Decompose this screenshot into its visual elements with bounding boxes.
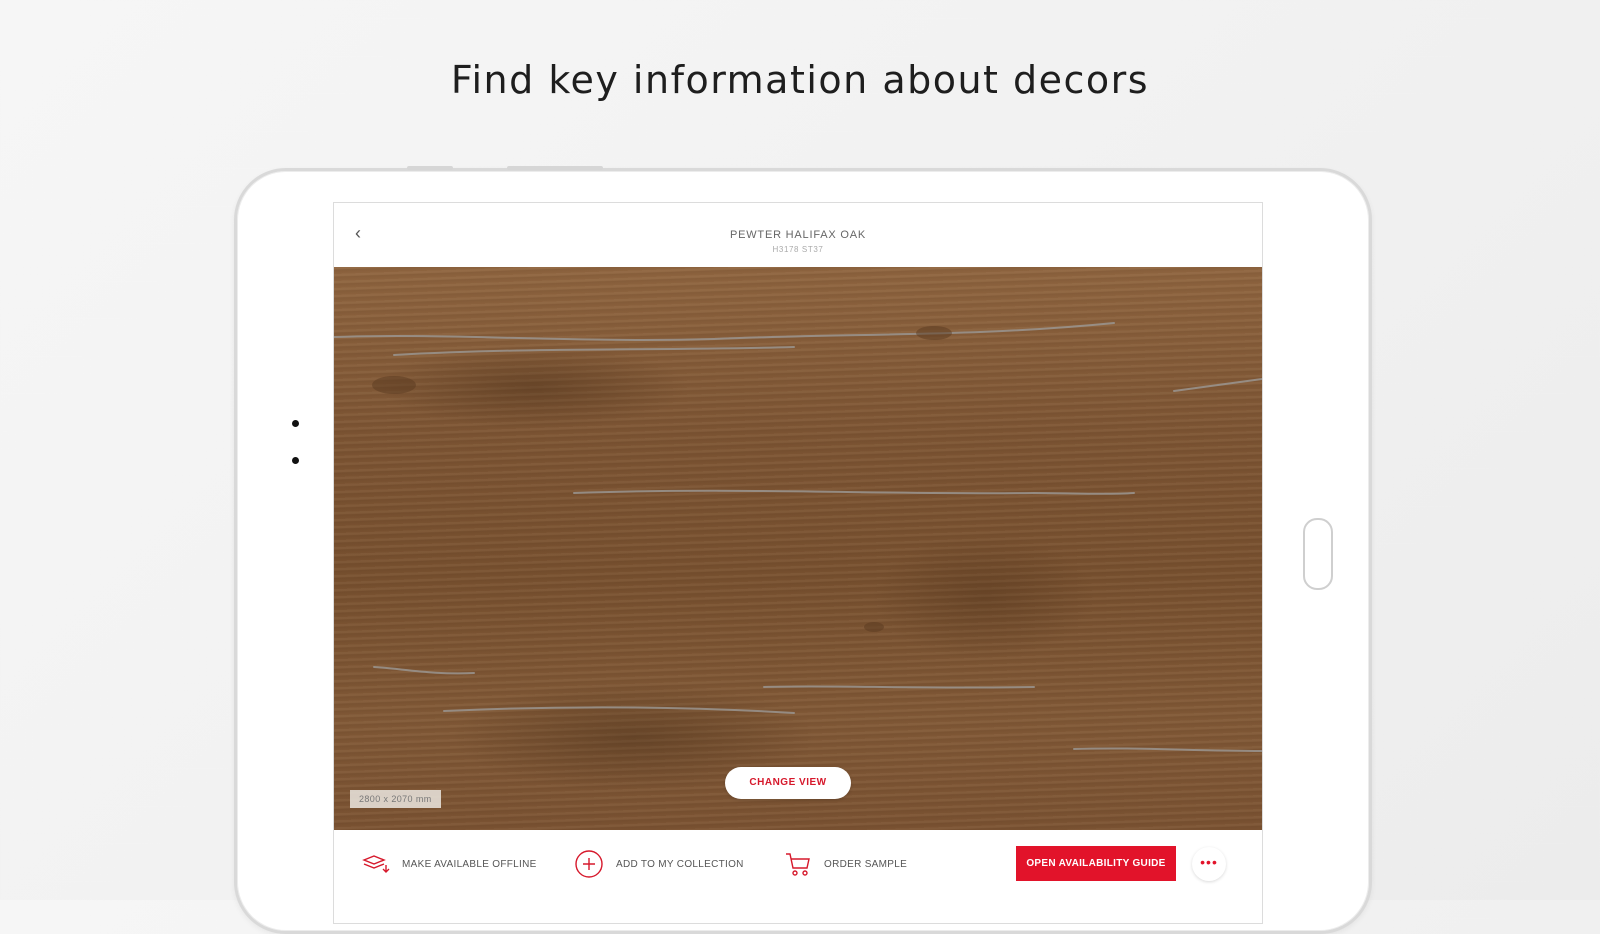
decor-texture-image[interactable]: 2800 x 2070 mm CHANGE VIEW	[334, 267, 1262, 830]
tablet-power-button	[507, 166, 603, 170]
add-to-collection-button[interactable]: ADD TO MY COLLECTION	[574, 850, 744, 878]
wood-crack-lines	[334, 322, 1262, 752]
tablet-volume-button	[407, 166, 453, 170]
plus-circle-icon	[574, 849, 604, 879]
decor-title: PEWTER HALIFAX OAK	[729, 229, 867, 241]
collection-label: ADD TO MY COLLECTION	[616, 858, 744, 870]
page-headline: Find key information about decors	[450, 58, 1150, 102]
sample-label: ORDER SAMPLE	[824, 858, 908, 870]
decor-header: ‹ PEWTER HALIFAX OAK H3178 ST37	[334, 203, 1262, 267]
open-availability-guide-button[interactable]: OPEN AVAILABILITY GUIDE	[1016, 846, 1176, 881]
size-label: 2800 x 2070 mm	[350, 790, 441, 808]
decor-code: H3178 ST37	[772, 245, 824, 254]
order-sample-button[interactable]: ORDER SAMPLE	[784, 850, 907, 878]
layers-download-icon	[362, 853, 390, 875]
tablet-camera-dot	[292, 420, 299, 427]
cart-icon	[784, 850, 812, 878]
more-dots-icon: •••	[1200, 854, 1218, 870]
make-available-offline-button[interactable]: MAKE AVAILABLE OFFLINE	[362, 850, 537, 878]
action-bar: MAKE AVAILABLE OFFLINE ADD TO MY COLLECT…	[334, 830, 1262, 923]
offline-label: MAKE AVAILABLE OFFLINE	[402, 858, 537, 870]
tablet-sensor-dot	[292, 457, 299, 464]
tablet-home-button	[1303, 518, 1333, 590]
more-options-button[interactable]: •••	[1192, 847, 1226, 881]
app-screen: ‹ PEWTER HALIFAX OAK H3178 ST37 2800 x 2…	[333, 202, 1263, 924]
change-view-button[interactable]: CHANGE VIEW	[725, 767, 851, 799]
tablet-frame: ‹ PEWTER HALIFAX OAK H3178 ST37 2800 x 2…	[234, 166, 1372, 934]
